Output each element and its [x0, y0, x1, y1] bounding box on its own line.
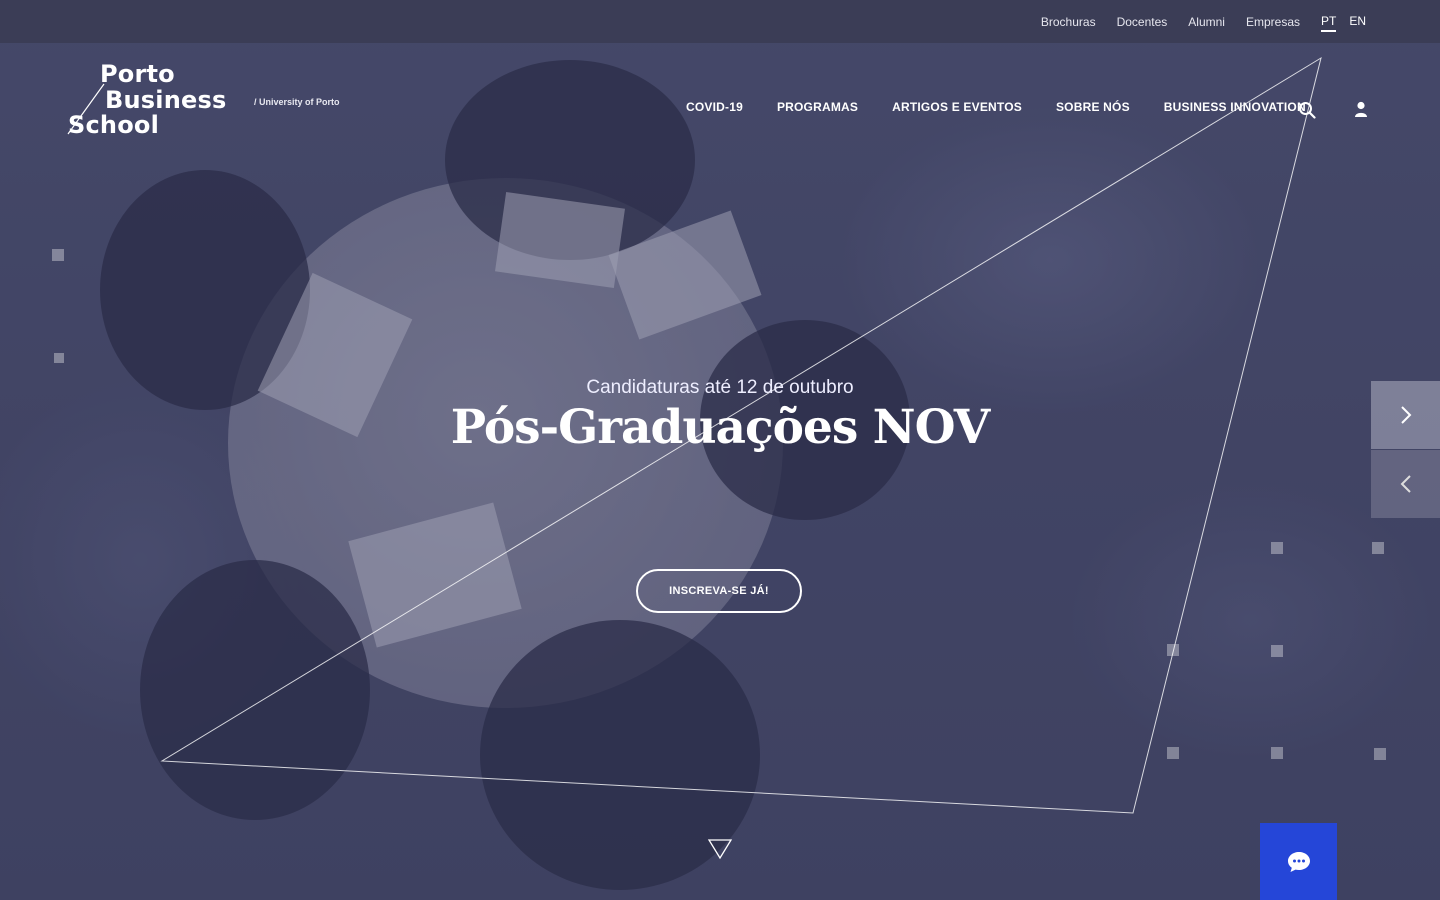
decorative-square — [1372, 542, 1384, 554]
language-pt[interactable]: PT — [1321, 14, 1337, 32]
slider-next-button[interactable] — [1371, 381, 1440, 449]
language-en[interactable]: EN — [1349, 14, 1366, 32]
chevron-right-icon — [1400, 406, 1411, 424]
chat-button[interactable] — [1260, 823, 1337, 900]
nav-item-artigos-eventos[interactable]: ARTIGOS E EVENTOS — [892, 100, 1022, 114]
logo-line-school: School — [68, 111, 160, 139]
nav-item-covid[interactable]: COVID-19 — [686, 100, 743, 114]
nav-item-programas[interactable]: PROGRAMAS — [777, 100, 858, 114]
search-icon[interactable] — [1298, 101, 1316, 119]
site-logo[interactable]: Porto Business School — [68, 62, 238, 142]
nav-item-sobre-nos[interactable]: SOBRE NÓS — [1056, 100, 1130, 114]
top-link-brochuras[interactable]: Brochuras — [1041, 15, 1096, 29]
top-link-alumni[interactable]: Alumni — [1188, 15, 1225, 29]
decorative-square — [1374, 748, 1386, 760]
language-switcher: PT EN — [1321, 14, 1366, 32]
nav-item-business-innovation[interactable]: BUSINESS INNOVATION — [1164, 100, 1306, 114]
main-nav: COVID-19 PROGRAMAS ARTIGOS E EVENTOS SOB… — [686, 100, 1306, 114]
chevron-left-icon — [1400, 475, 1411, 493]
logo-line-porto: Porto — [100, 60, 175, 88]
decorative-square — [1271, 747, 1283, 759]
top-link-empresas[interactable]: Empresas — [1246, 15, 1300, 29]
decorative-square — [1271, 645, 1283, 657]
decorative-square — [54, 353, 64, 363]
hero-title: Pós-Graduações NOV — [450, 400, 990, 455]
decorative-square — [52, 249, 64, 261]
university-label: / University of Porto — [254, 97, 340, 107]
hero-subtitle: Candidaturas até 12 de outubro — [586, 377, 854, 398]
decorative-square — [1271, 542, 1283, 554]
top-links: Brochuras Docentes Alumni Empresas — [1041, 0, 1300, 43]
scroll-down-icon[interactable] — [707, 838, 733, 860]
user-icon[interactable] — [1354, 101, 1368, 118]
logo-line-business: Business — [105, 86, 227, 114]
slider-prev-button[interactable] — [1371, 450, 1440, 518]
enroll-button[interactable]: INSCREVA-SE JÁ! — [636, 569, 802, 613]
chat-bubble-icon — [1287, 851, 1310, 872]
decorative-square — [1167, 644, 1179, 656]
top-link-docentes[interactable]: Docentes — [1117, 15, 1168, 29]
decorative-square — [1167, 747, 1179, 759]
